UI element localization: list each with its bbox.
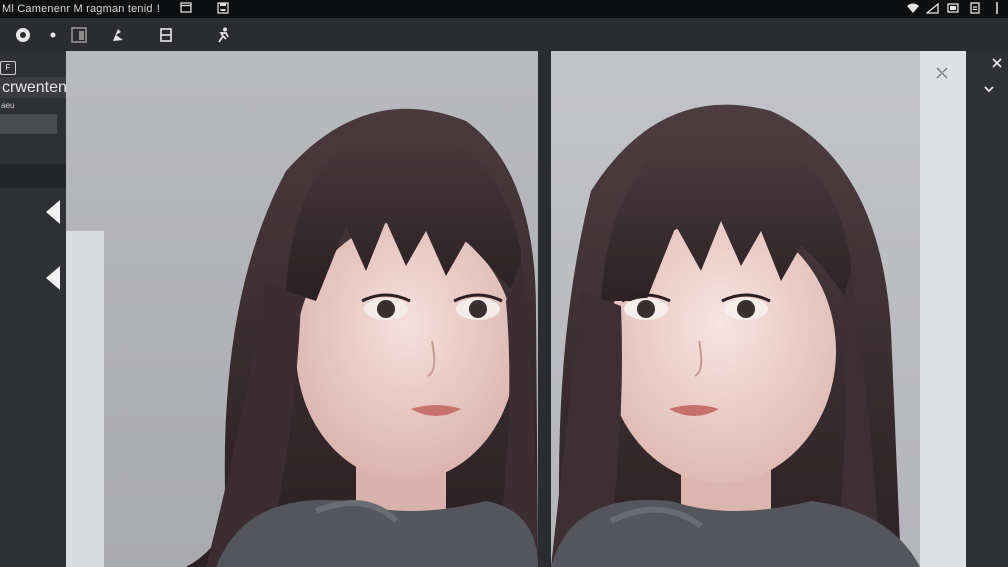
- chevron-down-icon[interactable]: [982, 82, 996, 96]
- close-icon[interactable]: [990, 56, 1004, 70]
- wifi-icon[interactable]: [906, 1, 920, 15]
- signal-icon[interactable]: [926, 1, 940, 15]
- panel-sub-label: aeu: [1, 101, 15, 110]
- left-panel: F crwentenn aeu: [0, 51, 76, 567]
- more-icon[interactable]: [990, 1, 1004, 15]
- portrait-after: [551, 104, 920, 567]
- window-title-suffix: !: [156, 3, 160, 15]
- dot-icon[interactable]: [46, 26, 64, 44]
- radio-record-icon[interactable]: [14, 26, 32, 44]
- split-icon[interactable]: [157, 26, 175, 44]
- compare-divider[interactable]: [538, 51, 551, 567]
- panel-badge[interactable]: F: [0, 61, 16, 75]
- menu-icon[interactable]: [968, 1, 982, 15]
- right-panel: [966, 51, 1008, 567]
- save-icon[interactable]: [216, 1, 230, 15]
- panel-tab[interactable]: crwentenn: [0, 77, 76, 98]
- window-icon[interactable]: [179, 1, 193, 15]
- battery-icon[interactable]: [946, 1, 960, 15]
- canvas-after[interactable]: [551, 51, 920, 567]
- panel-input[interactable]: [0, 114, 57, 134]
- collapse-arrow-icon[interactable]: [46, 200, 60, 224]
- resize-icon[interactable]: [935, 66, 949, 80]
- window-title: Ml Camenenr M ragman tenid: [2, 3, 153, 15]
- scrollbar-right[interactable]: [920, 51, 966, 567]
- scrollbar-left[interactable]: [66, 231, 104, 567]
- portrait-before: [186, 108, 538, 567]
- collapse-arrow-icon-2[interactable]: [46, 266, 60, 290]
- frame-icon[interactable]: [70, 26, 88, 44]
- brush-icon[interactable]: [109, 26, 127, 44]
- toolbar: [0, 18, 1008, 51]
- panel-dark-row[interactable]: [0, 164, 66, 188]
- run-icon[interactable]: [214, 26, 232, 44]
- title-bar: Ml Camenenr M ragman tenid !: [0, 0, 1008, 18]
- canvas-before[interactable]: [66, 51, 538, 567]
